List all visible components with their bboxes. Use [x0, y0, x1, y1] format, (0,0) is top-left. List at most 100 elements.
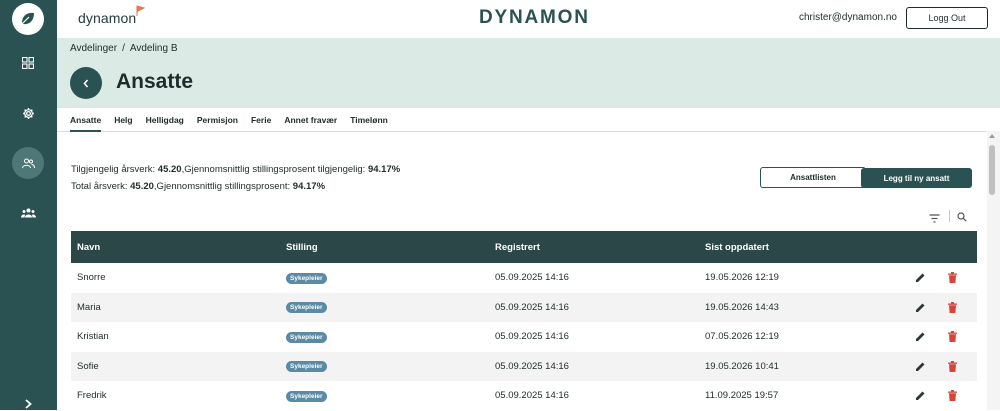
cell-role: Sykepleier — [286, 390, 495, 402]
delete-button[interactable] — [948, 360, 957, 372]
scrollbar-thumb[interactable] — [989, 145, 995, 195]
toolbar-divider — [949, 210, 950, 222]
users-icon — [21, 158, 35, 168]
tab-hourly-wage[interactable]: Timelønn — [350, 108, 388, 132]
column-header-updated[interactable]: Sist oppdatert — [705, 242, 910, 253]
user-email: christer@dynamon.no — [799, 12, 897, 23]
cell-updated: 19.05.2026 12:19 — [705, 272, 779, 284]
logout-button[interactable]: Logg Out — [906, 7, 988, 29]
breadcrumb: Avdelinger / Avdeling B — [70, 43, 178, 54]
add-employee-button[interactable]: Legg til ny ansatt — [861, 168, 972, 188]
table-row[interactable]: Kristian Sykepleier 05.09.2025 14:16 07.… — [71, 322, 977, 352]
cell-role: Sykepleier — [286, 331, 495, 343]
role-badge: Sykepleier — [286, 331, 327, 343]
stat-label: Total årsverk: — [71, 181, 131, 192]
pencil-icon — [916, 303, 925, 312]
table-header: Navn Stilling Registrert Sist oppdatert — [71, 231, 977, 263]
edit-button[interactable] — [915, 390, 926, 401]
cell-updated: 11.09.2025 19:57 — [705, 390, 779, 402]
sidebar-item-employees[interactable] — [12, 147, 44, 179]
edit-button[interactable] — [915, 302, 926, 313]
delete-button[interactable] — [948, 301, 957, 313]
pencil-icon — [916, 273, 925, 283]
column-header-role[interactable]: Stilling — [286, 242, 495, 253]
gear-icon — [22, 107, 34, 119]
filter-button[interactable] — [929, 210, 940, 228]
tab-vacation[interactable]: Ferie — [251, 108, 271, 132]
tab-leave[interactable]: Permisjon — [197, 108, 238, 132]
cell-actions — [910, 390, 977, 402]
scroll-up-arrow-icon[interactable] — [989, 134, 995, 138]
group-icon — [20, 208, 36, 218]
edit-button[interactable] — [915, 272, 926, 283]
breadcrumb-separator: / — [122, 43, 125, 54]
column-header-name[interactable]: Navn — [71, 242, 286, 253]
brand-wordmark: DYNAMON — [479, 7, 590, 28]
tab-weekend[interactable]: Helg — [114, 108, 132, 132]
pencil-icon — [916, 332, 925, 342]
table-row[interactable]: Snorre Sykepleier 05.09.2025 14:16 19.05… — [71, 263, 977, 293]
cell-registered: 05.09.2025 14:16 — [495, 331, 569, 343]
sidebar — [0, 0, 57, 410]
cell-role: Sykepleier — [286, 360, 495, 373]
stats-total: Total årsverk: 45.20,Gjennomsnittlig sti… — [71, 181, 325, 192]
filter-icon — [929, 214, 940, 223]
sidebar-item-dashboard[interactable] — [12, 47, 44, 79]
cell-name: Sofie — [77, 360, 99, 372]
tab-employees[interactable]: Ansatte — [70, 108, 102, 132]
brand-logo[interactable]: dynamon — [78, 5, 146, 26]
cell-registered: 05.09.2025 14:16 — [495, 390, 569, 402]
table-row[interactable]: Fredrik Sykepleier 05.09.2025 14:16 11.0… — [71, 381, 977, 411]
sidebar-expand-button[interactable] — [20, 398, 36, 410]
sidebar-item-groups[interactable] — [12, 197, 44, 229]
role-badge: Sykepleier — [286, 390, 327, 402]
tab-other-absence[interactable]: Annet fravær — [284, 108, 337, 132]
edit-button[interactable] — [915, 331, 926, 342]
cell-name: Kristian — [77, 331, 109, 343]
edit-button[interactable] — [915, 361, 926, 372]
stat-label: Tilgjengelig årsverk: — [71, 164, 158, 175]
employees-table: Navn Stilling Registrert Sist oppdatert … — [71, 231, 977, 411]
trash-icon — [948, 390, 957, 402]
cell-name: Fredrik — [77, 390, 107, 402]
cell-role: Sykepleier — [286, 301, 495, 314]
search-button[interactable] — [957, 209, 967, 227]
stats-available: Tilgjengelig årsverk: 45.20,Gjennomsnitt… — [71, 164, 400, 175]
cell-registered: 05.09.2025 14:16 — [495, 272, 569, 284]
sidebar-item-settings[interactable] — [12, 97, 44, 129]
employee-list-button[interactable]: Ansattlisten — [760, 167, 866, 188]
chevron-left-icon — [83, 78, 89, 88]
cell-updated: 19.05.2026 14:43 — [705, 301, 779, 313]
pencil-icon — [916, 391, 925, 401]
back-button[interactable] — [70, 67, 102, 99]
table-row[interactable]: Maria Sykepleier 05.09.2025 14:16 19.05.… — [71, 292, 977, 322]
cell-name: Snorre — [77, 272, 106, 284]
delete-button[interactable] — [948, 390, 957, 402]
stat-label: ,Gjennomsnittlig stillingsprosent tilgje… — [181, 164, 368, 175]
stat-value: 94.17% — [292, 181, 326, 192]
delete-button[interactable] — [948, 272, 957, 284]
stat-value: 45.20 — [130, 181, 154, 192]
role-badge: Sykepleier — [286, 302, 327, 314]
dashboard-icon — [22, 57, 34, 69]
role-badge: Sykepleier — [286, 361, 327, 373]
cell-actions — [910, 360, 977, 372]
tab-holiday[interactable]: Helligdag — [146, 108, 184, 132]
app-logo[interactable] — [12, 3, 44, 35]
stat-label: ,Gjennomsnittlig stillingsprosent: — [153, 181, 293, 192]
breadcrumb-item-department-b[interactable]: Avdeling B — [130, 43, 178, 54]
scrollbar[interactable] — [987, 131, 1000, 410]
table-row[interactable]: Sofie Sykepleier 05.09.2025 14:16 19.05.… — [71, 351, 977, 381]
delete-button[interactable] — [948, 331, 957, 343]
pencil-icon — [916, 362, 925, 371]
stat-value: 94.17% — [367, 164, 401, 175]
cell-actions — [910, 301, 977, 313]
tab-bar: Ansatte Helg Helligdag Permisjon Ferie A… — [57, 108, 987, 132]
cell-name: Maria — [77, 301, 101, 313]
breadcrumb-item-departments[interactable]: Avdelinger — [70, 43, 117, 54]
column-header-registered[interactable]: Registrert — [495, 242, 705, 253]
cell-actions — [910, 331, 977, 343]
cell-actions — [910, 272, 977, 284]
top-bar: dynamon DYNAMON christer@dynamon.no Logg… — [57, 0, 1000, 38]
flag-icon — [136, 5, 146, 16]
